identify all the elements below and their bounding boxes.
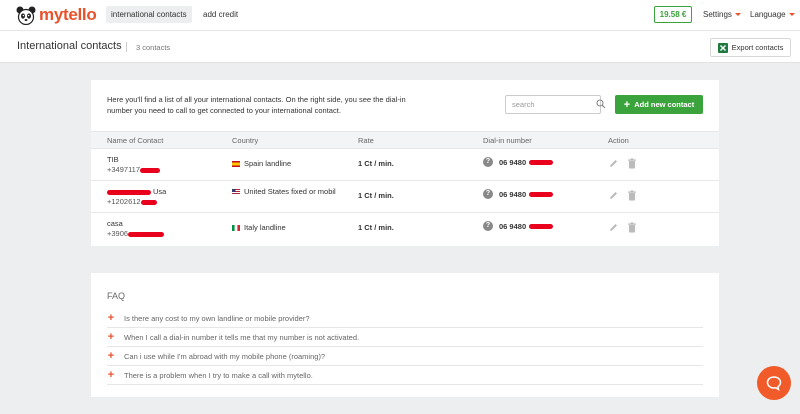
faq-question: Can i use while I'm abroad with my mobil…	[124, 351, 326, 361]
spain-flag-icon	[232, 161, 240, 167]
contact-name-cell: TIB +3497117	[107, 155, 161, 175]
contact-phone: +3906	[107, 229, 165, 239]
balance-badge[interactable]: 19.58 €	[654, 6, 692, 23]
dialin-number: 06 9480	[499, 157, 527, 167]
add-new-contact-button[interactable]: + Add new contact	[615, 95, 703, 114]
page-header: International contacts 3 contacts Export…	[0, 31, 800, 63]
column-header-action: Action	[608, 136, 629, 145]
dialin-cell: ? 06 9480	[483, 221, 554, 231]
contact-count: 3 contacts	[136, 43, 171, 52]
redaction-mark	[140, 167, 161, 173]
contacts-card: Here you'll find a list of all your inte…	[91, 80, 719, 246]
panda-icon	[16, 6, 36, 25]
chevron-down-icon	[788, 13, 795, 17]
faq-question: Is there any cost to my own landline or …	[124, 313, 310, 323]
redaction-mark	[140, 199, 157, 205]
faq-card: FAQ + Is there any cost to my own landli…	[91, 273, 719, 397]
brand-logo[interactable]: mytello	[16, 5, 97, 25]
search-icon[interactable]	[596, 99, 606, 109]
faq-item[interactable]: + When I call a dial-in number it tells …	[107, 328, 703, 347]
contact-phone: +3497117	[107, 165, 161, 175]
contact-phone: +1202612	[107, 197, 166, 207]
contact-name: casa	[107, 219, 123, 228]
country-name: Italy landline	[244, 223, 286, 232]
faq-title: FAQ	[107, 291, 126, 301]
table-row: TIB +3497117 Spain landline 1 Ct / min. …	[91, 149, 719, 181]
table-header: Name of Contact Country Rate Dial-in num…	[91, 131, 719, 149]
italy-flag-icon	[232, 225, 240, 231]
country-cell: Spain landline	[232, 159, 291, 169]
edit-pencil-icon[interactable]	[608, 190, 619, 201]
actions-cell	[608, 158, 637, 169]
redaction-mark	[128, 231, 165, 237]
brand-name: mytello	[39, 5, 97, 24]
export-contacts-button[interactable]: Export contacts	[710, 38, 791, 57]
edit-pencil-icon[interactable]	[608, 222, 619, 233]
delete-trash-icon[interactable]	[627, 158, 637, 169]
help-icon[interactable]: ?	[483, 189, 493, 199]
delete-trash-icon[interactable]	[627, 222, 637, 233]
chevron-down-icon	[734, 13, 741, 17]
settings-label: Settings	[703, 10, 732, 19]
actions-cell	[608, 190, 637, 201]
export-contacts-label: Export contacts	[731, 43, 784, 52]
faq-question: There is a problem when I try to make a …	[124, 370, 313, 380]
rate-cell: 1 Ct / min.	[358, 191, 394, 200]
faq-question: When I call a dial-in number it tells me…	[124, 332, 360, 342]
rate-cell: 1 Ct / min.	[358, 223, 394, 232]
faq-item[interactable]: + Is there any cost to my own landline o…	[107, 309, 703, 328]
nav-link-add-credit[interactable]: add credit	[198, 6, 243, 23]
help-icon[interactable]: ?	[483, 157, 493, 167]
table-row: casa +3906 Italy landline 1 Ct / min. ? …	[91, 213, 719, 245]
help-icon[interactable]: ?	[483, 221, 493, 231]
table-row: Usa +1202612 United States fixed or mobi…	[91, 181, 719, 213]
top-navigation: mytello international contacts add credi…	[0, 0, 800, 31]
column-header-dialin: Dial-in number	[483, 136, 532, 145]
plus-icon: +	[107, 312, 115, 324]
contact-name-cell: Usa +1202612	[107, 187, 166, 207]
language-dropdown[interactable]: Language	[750, 6, 795, 23]
contact-name-cell: casa +3906	[107, 219, 165, 239]
dialin-cell: ? 06 9480	[483, 189, 554, 199]
plus-icon: +	[107, 331, 115, 343]
redaction-mark	[529, 191, 554, 197]
country-name: Spain landline	[244, 159, 292, 168]
redaction-mark	[529, 159, 554, 165]
column-header-rate: Rate	[358, 136, 374, 145]
plus-icon: +	[623, 98, 631, 111]
faq-item[interactable]: + There is a problem when I try to make …	[107, 366, 703, 385]
column-header-name: Name of Contact	[107, 136, 164, 145]
plus-icon: +	[107, 369, 115, 381]
dialin-number: 06 9480	[499, 189, 527, 199]
settings-dropdown[interactable]: Settings	[703, 6, 741, 23]
plus-icon: +	[107, 350, 115, 362]
rate-cell: 1 Ct / min.	[358, 159, 394, 168]
column-header-country: Country	[232, 136, 259, 145]
search-input[interactable]	[505, 95, 601, 114]
faq-item[interactable]: + Can i use while I'm abroad with my mob…	[107, 347, 703, 366]
dialin-number: 06 9480	[499, 221, 527, 231]
page-title: International contacts	[17, 40, 122, 52]
intro-text: Here you'll find a list of all your inte…	[107, 95, 406, 115]
delete-trash-icon[interactable]	[627, 190, 637, 201]
divider	[126, 42, 127, 52]
excel-icon	[717, 42, 728, 53]
country-cell: United States fixed or mobil	[232, 187, 342, 197]
nav-link-international-contacts[interactable]: international contacts	[106, 6, 192, 23]
country-cell: Italy landline	[232, 223, 286, 233]
actions-cell	[608, 222, 637, 233]
add-new-contact-label: Add new contact	[634, 100, 695, 109]
edit-pencil-icon[interactable]	[608, 158, 619, 169]
language-label: Language	[750, 10, 786, 19]
contact-name: Usa	[107, 187, 166, 196]
contact-name: TIB	[107, 155, 119, 164]
chat-bubble-icon	[766, 376, 782, 391]
chat-support-button[interactable]	[757, 366, 791, 400]
redaction-mark	[529, 223, 554, 229]
country-name: United States fixed or mobil	[244, 187, 336, 196]
dialin-cell: ? 06 9480	[483, 157, 554, 167]
usa-flag-icon	[232, 189, 240, 195]
redaction-mark	[107, 189, 151, 195]
